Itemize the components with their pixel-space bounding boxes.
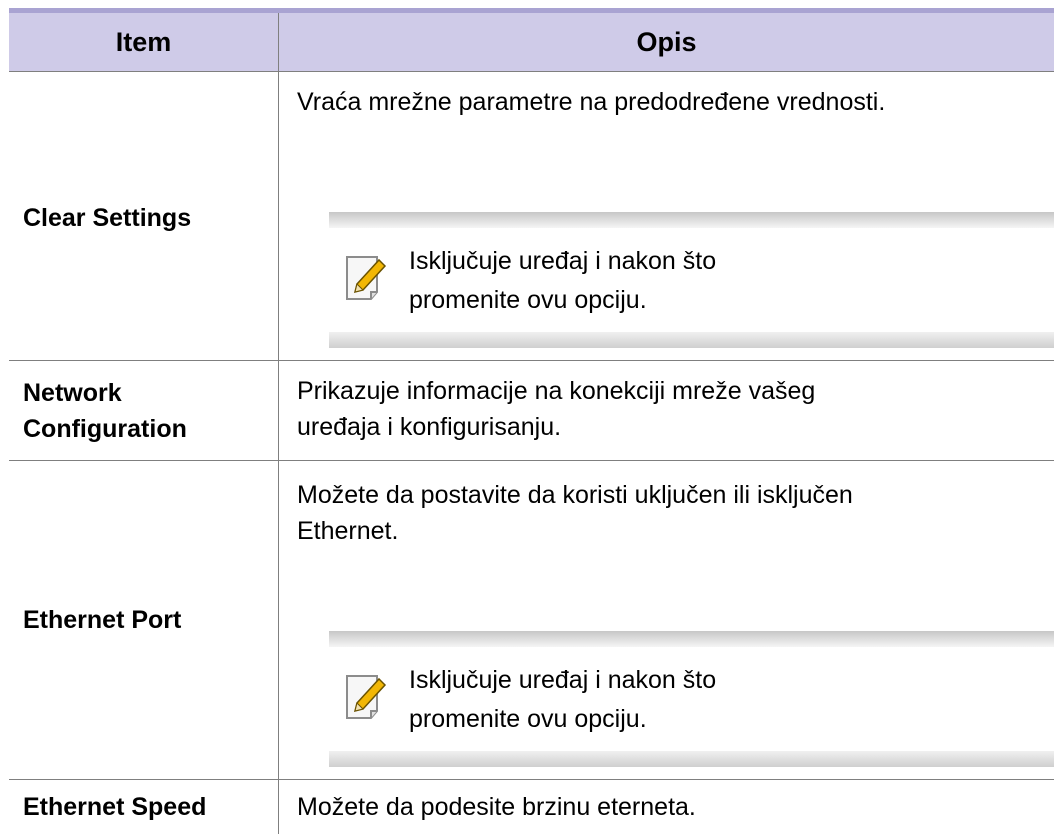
note-pencil-icon <box>346 675 387 719</box>
item-clear-settings: Clear Settings <box>23 204 192 232</box>
table-header: Item Opis <box>9 13 1054 71</box>
desc-clear-settings: Vraća mrežne parametre na predodređene v… <box>297 88 886 116</box>
desc-line: Ethernet. <box>297 517 399 545</box>
desc-line: Možete da postavite da koristi uključen … <box>297 481 853 509</box>
column-divider <box>278 13 279 834</box>
desc-line: Prikazuje informacije na konekciji mreže… <box>297 377 816 405</box>
item-line: Network <box>23 379 122 407</box>
header-item: Item <box>115 27 172 57</box>
table-row: Ethernet Port Možete da postavite da kor… <box>9 461 1054 779</box>
note-box: Isključuje uređaj i nakon što promenite … <box>329 212 1054 348</box>
desc-ethernet-speed: Možete da podesite brzinu eterneta. <box>297 793 696 821</box>
note-box: Isključuje uređaj i nakon što promenite … <box>329 631 1054 767</box>
item-line: Configuration <box>23 415 187 443</box>
note-pencil-icon <box>346 256 387 300</box>
table-row: Network Configuration Prikazuje informac… <box>9 361 1054 460</box>
item-ethernet-port: Ethernet Port <box>23 606 182 634</box>
table-row: Clear Settings Vraća mrežne parametre na… <box>9 72 1054 360</box>
settings-table: Item Opis Clear Settings Vraća mrežne pa… <box>9 8 1054 834</box>
desc-line: uređaja i konfigurisanju. <box>297 413 562 441</box>
desc-ethernet-port: Možete da postavite da koristi uključen … <box>297 477 1047 549</box>
table-row: Ethernet Speed Možete da podesite brzinu… <box>9 780 1054 834</box>
header-desc: Opis <box>636 27 697 57</box>
note-text: Isključuje uređaj i nakon što promenite … <box>409 666 717 733</box>
item-ethernet-speed: Ethernet Speed <box>23 793 207 821</box>
desc-network-configuration: Prikazuje informacije na konekciji mreže… <box>297 373 1047 445</box>
note-text: Isključuje uređaj i nakon što promenite … <box>409 247 717 314</box>
item-network-configuration: Network Configuration <box>23 375 273 447</box>
